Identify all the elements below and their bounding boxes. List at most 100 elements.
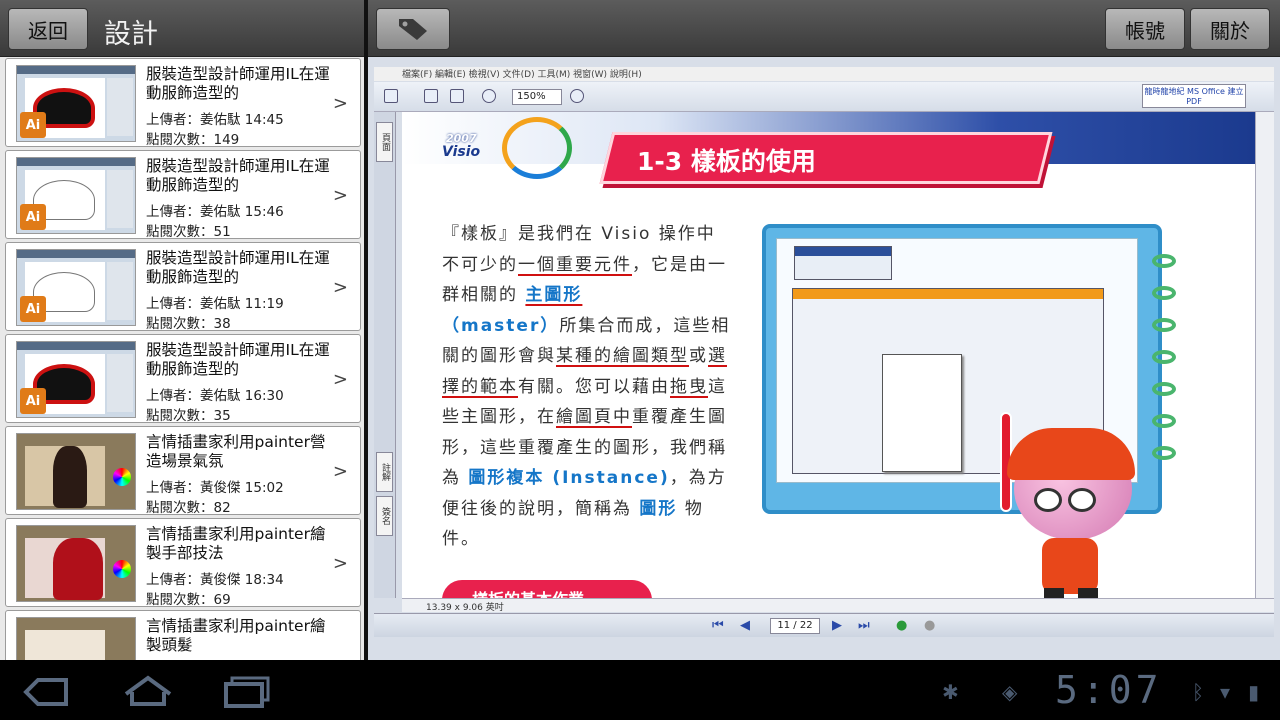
battery-icon: ▮ bbox=[1248, 680, 1260, 704]
back-nav-icon[interactable] bbox=[22, 678, 70, 706]
mascot-hat bbox=[1007, 428, 1135, 480]
home-nav-icon[interactable] bbox=[122, 674, 174, 708]
section-label: 樣板的基本作業 bbox=[442, 580, 652, 598]
android-debug-icon: ✱ bbox=[942, 680, 959, 704]
go-forward-icon[interactable]: ● bbox=[924, 618, 935, 633]
first-page-icon[interactable]: ⏮ bbox=[712, 618, 724, 633]
video-thumbnail: Ai bbox=[16, 65, 136, 142]
video-thumbnail: Ai bbox=[16, 249, 136, 326]
zoom-select[interactable]: 150% bbox=[512, 89, 562, 105]
visio-swirl-logo bbox=[502, 117, 572, 179]
para-highlight: （master） bbox=[442, 315, 560, 336]
chevron-right-icon: > bbox=[332, 461, 348, 482]
item-uploader: 上傳者：黃俊傑 18:34 bbox=[146, 572, 284, 588]
list-item[interactable]: Ai 服裝造型設計師運用IL在運動服飾造型的 上傳者：姜佑駄 14:45 點閱次… bbox=[5, 58, 361, 148]
system-bar: ✱ ◈ 5:07 ᛒ ▾ ▮ bbox=[0, 660, 1280, 720]
back-button[interactable]: 返回 bbox=[8, 8, 88, 50]
list-item[interactable]: Ai 服裝造型設計師運用IL在運動服飾造型的 上傳者：姜佑駄 11:19 點閱次… bbox=[5, 242, 361, 332]
zoom-in-tool-icon[interactable] bbox=[384, 89, 398, 103]
list-item[interactable]: Ai 服裝造型設計師運用IL在運動服飾造型的 上傳者：姜佑駄 15:46 點閱次… bbox=[5, 150, 361, 240]
para-underline: 繪圖頁中 bbox=[556, 407, 632, 427]
category-title: 設計 bbox=[104, 19, 158, 50]
context-menu-screenshot bbox=[882, 354, 962, 472]
viewer-toolbar: 150% 龍時龍地紀 MS Office 建立 PDF bbox=[374, 82, 1274, 112]
page-number-field[interactable]: 11 / 22 bbox=[770, 618, 820, 634]
course-list-panel: 返回 設計 Ai 服裝造型設計師運用IL在運動服飾造型的 上傳者：姜佑駄 14:… bbox=[0, 0, 365, 660]
mascot-glasses bbox=[1034, 488, 1062, 512]
recent-apps-icon[interactable] bbox=[222, 676, 272, 708]
video-thumbnail bbox=[16, 525, 136, 602]
color-wheel-icon bbox=[113, 560, 131, 578]
go-back-icon[interactable]: ● bbox=[896, 618, 907, 633]
body-paragraph: 『樣板』是我們在 Visio 操作中不可少的一個重要元件，它是由一群相關的 主圖… bbox=[442, 219, 732, 555]
list-item[interactable]: 言情插畫家利用painter繪製手部技法 上傳者：黃俊傑 18:34 點閱次數：… bbox=[5, 518, 361, 608]
tag-icon bbox=[399, 19, 427, 40]
item-views: 點閱次數：51 bbox=[146, 224, 231, 240]
item-views: 點閱次數：35 bbox=[146, 408, 231, 424]
right-header: 帳號 關於 bbox=[368, 0, 1280, 57]
mascot-leg bbox=[1044, 588, 1064, 598]
tab-comments[interactable]: 註解 bbox=[376, 452, 393, 492]
mascot-body bbox=[1042, 538, 1098, 594]
item-title: 服裝造型設計師運用IL在運動服飾造型的 bbox=[146, 249, 330, 286]
page-heading: 1-3 樣板的使用 bbox=[637, 147, 816, 176]
cast-icon: ◈ bbox=[1002, 680, 1018, 704]
item-title: 言情插畫家利用painter營造場景氣氛 bbox=[146, 433, 326, 470]
tab-signatures[interactable]: 簽名 bbox=[376, 496, 393, 536]
sidebar-tabs: 頁面 註解 簽名 bbox=[374, 112, 396, 598]
logo-name: Visio bbox=[442, 144, 481, 160]
item-uploader: 上傳者：姜佑駄 11:19 bbox=[146, 296, 284, 312]
tag-button[interactable] bbox=[376, 8, 450, 50]
chevron-right-icon: > bbox=[332, 369, 348, 390]
fit-height-icon[interactable] bbox=[424, 89, 438, 103]
item-uploader: 上傳者：姜佑駄 16:30 bbox=[146, 388, 284, 404]
chevron-right-icon: > bbox=[332, 553, 348, 574]
para-highlight: 主圖形 bbox=[525, 285, 583, 305]
clock[interactable]: 5:07 bbox=[1055, 668, 1163, 712]
item-uploader: 上傳者：姜佑駄 14:45 bbox=[146, 112, 284, 128]
left-header: 返回 設計 bbox=[0, 0, 365, 57]
video-thumbnail: Ai bbox=[16, 341, 136, 418]
horizontal-scrollbar[interactable]: 13.39 x 9.06 英吋 bbox=[402, 598, 1274, 613]
bluetooth-icon: ᛒ bbox=[1192, 680, 1204, 704]
prev-page-icon[interactable]: ◀ bbox=[740, 618, 750, 633]
video-thumbnail bbox=[16, 617, 136, 660]
illustrator-icon: Ai bbox=[20, 388, 46, 414]
list-item[interactable]: 言情插畫家利用painter繪製頭髮 bbox=[5, 610, 361, 660]
zoom-in-icon[interactable] bbox=[570, 89, 584, 103]
pdf-viewer: 檔案(F) 編輯(E) 檢視(V) 文件(D) 工具(M) 視窗(W) 說明(H… bbox=[368, 57, 1280, 660]
item-uploader: 上傳者：姜佑駄 15:46 bbox=[146, 204, 284, 220]
para-text: 有關。您可以藉由 bbox=[518, 376, 670, 397]
item-title: 言情插畫家利用painter繪製頭髮 bbox=[146, 617, 326, 654]
para-text: 或 bbox=[689, 346, 708, 366]
item-title: 服裝造型設計師運用IL在運動服飾造型的 bbox=[146, 341, 330, 378]
item-views: 點閱次數：149 bbox=[146, 132, 240, 148]
account-button[interactable]: 帳號 bbox=[1105, 8, 1185, 50]
mascot-leg bbox=[1078, 588, 1098, 598]
stencil-toolbar-screenshot bbox=[794, 246, 892, 280]
item-title: 言情插畫家利用painter繪製手部技法 bbox=[146, 525, 326, 562]
viewer-menubar[interactable]: 檔案(F) 編輯(E) 檢視(V) 文件(D) 工具(M) 視窗(W) 說明(H… bbox=[374, 67, 1274, 81]
zoom-out-icon[interactable] bbox=[482, 89, 496, 103]
fit-width-icon[interactable] bbox=[450, 89, 464, 103]
mascot-glasses bbox=[1068, 488, 1096, 512]
item-views: 點閱次數：38 bbox=[146, 316, 231, 332]
document-page: 2007 Visio 1-3 樣板的使用 『樣板』是我們在 Visio 操作中不… bbox=[402, 112, 1255, 598]
screen: 返回 設計 Ai 服裝造型設計師運用IL在運動服飾造型的 上傳者：姜佑駄 14:… bbox=[0, 0, 1280, 720]
list-item[interactable]: 言情插畫家利用painter營造場景氣氛 上傳者：黃俊傑 15:02 點閱次數：… bbox=[5, 426, 361, 516]
para-highlight: 圖形 bbox=[639, 498, 678, 519]
para-underline: 拖曳 bbox=[670, 376, 708, 397]
para-underline: 一個重要元件 bbox=[518, 254, 632, 275]
last-page-icon[interactable]: ⏭ bbox=[858, 618, 870, 633]
video-thumbnail bbox=[16, 433, 136, 510]
about-button[interactable]: 關於 bbox=[1190, 8, 1270, 50]
vertical-scrollbar[interactable] bbox=[1255, 112, 1274, 598]
toolbar-logo: 龍時龍地紀 MS Office 建立 PDF bbox=[1142, 84, 1246, 108]
tab-pages[interactable]: 頁面 bbox=[376, 122, 393, 162]
illustrator-icon: Ai bbox=[20, 204, 46, 230]
para-underline: 某種的繪圖類型 bbox=[556, 346, 689, 366]
item-views: 點閱次數：82 bbox=[146, 500, 231, 516]
next-page-icon[interactable]: ▶ bbox=[832, 618, 842, 633]
illustrator-icon: Ai bbox=[20, 112, 46, 138]
list-item[interactable]: Ai 服裝造型設計師運用IL在運動服飾造型的 上傳者：姜佑駄 16:30 點閱次… bbox=[5, 334, 361, 424]
